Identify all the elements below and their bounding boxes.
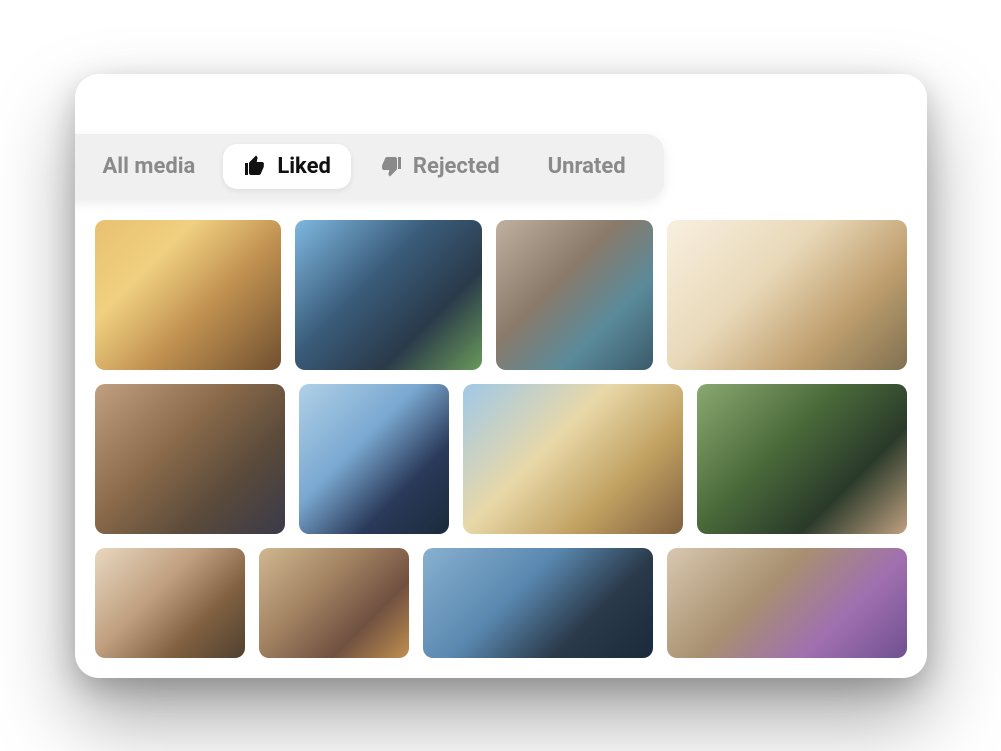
media-thumbnail[interactable] xyxy=(463,384,683,534)
filter-all-media[interactable]: All media xyxy=(83,144,216,189)
media-panel: All media Liked Rejected Unrated xyxy=(75,74,927,678)
filter-bar: All media Liked Rejected Unrated xyxy=(75,134,664,199)
filter-label: Liked xyxy=(277,154,331,179)
gallery-row xyxy=(95,220,907,370)
gallery-row xyxy=(95,384,907,534)
filter-label: Unrated xyxy=(548,154,626,179)
filter-label: Rejected xyxy=(413,154,500,179)
gallery-row xyxy=(95,548,907,658)
media-thumbnail[interactable] xyxy=(667,548,907,658)
media-thumbnail[interactable] xyxy=(95,384,285,534)
filter-liked[interactable]: Liked xyxy=(223,144,351,189)
filter-label: All media xyxy=(103,154,196,179)
media-thumbnail[interactable] xyxy=(95,548,245,658)
media-thumbnail[interactable] xyxy=(95,220,282,370)
media-thumbnail[interactable] xyxy=(295,220,482,370)
media-thumbnail[interactable] xyxy=(496,220,653,370)
filter-rejected[interactable]: Rejected xyxy=(359,144,520,189)
media-thumbnail[interactable] xyxy=(259,548,409,658)
media-thumbnail[interactable] xyxy=(667,220,907,370)
thumb-up-icon xyxy=(243,154,267,178)
filter-unrated[interactable]: Unrated xyxy=(528,144,646,189)
media-thumbnail[interactable] xyxy=(423,548,653,658)
media-thumbnail[interactable] xyxy=(697,384,907,534)
media-gallery xyxy=(95,220,907,678)
thumb-down-icon xyxy=(379,154,403,178)
media-thumbnail[interactable] xyxy=(299,384,449,534)
